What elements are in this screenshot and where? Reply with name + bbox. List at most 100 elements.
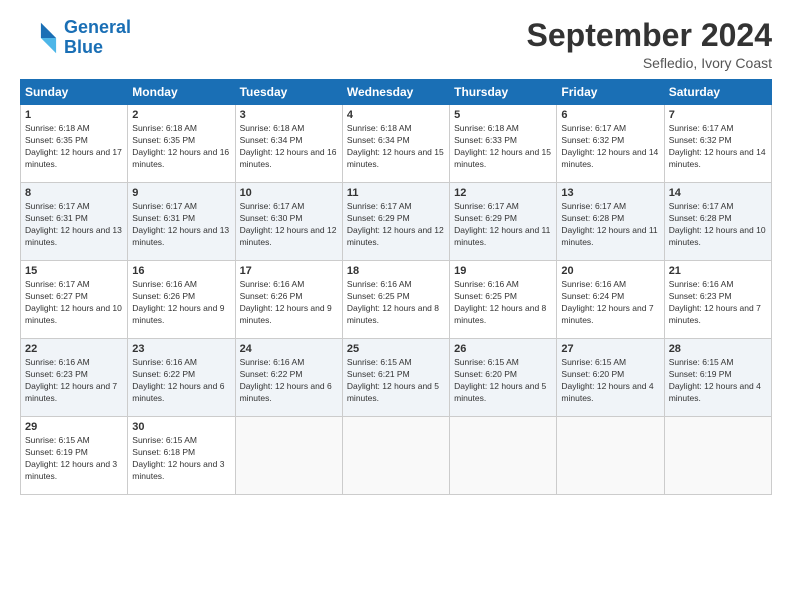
calendar-cell: 15 Sunrise: 6:17 AMSunset: 6:27 PMDayligh… [21, 261, 128, 339]
calendar-cell [557, 417, 664, 495]
day-detail: Sunrise: 6:16 AMSunset: 6:22 PMDaylight:… [132, 357, 230, 405]
page: General Blue September 2024 Sefledio, Iv… [0, 0, 792, 612]
logo-line2: Blue [64, 37, 103, 57]
day-number: 19 [454, 265, 552, 277]
day-number: 30 [132, 421, 230, 433]
col-saturday: Saturday [664, 80, 771, 105]
calendar-cell: 1Sunrise: 6:18 AMSunset: 6:35 PMDaylight… [21, 105, 128, 183]
day-number: 20 [561, 265, 659, 277]
calendar-cell: 16Sunrise: 6:16 AMSunset: 6:26 PMDayligh… [128, 261, 235, 339]
calendar-cell: 14Sunrise: 6:17 AMSunset: 6:28 PMDayligh… [664, 183, 771, 261]
calendar-cell: 28 Sunrise: 6:15 AMSunset: 6:19 PMDayligh… [664, 339, 771, 417]
day-detail: Sunrise: 6:15 AMSunset: 6:19 PMDaylight:… [669, 357, 767, 405]
day-number: 7 [669, 109, 767, 121]
day-number: 11 [347, 187, 445, 199]
day-number: 2 [132, 109, 230, 121]
calendar-cell: 6 Sunrise: 6:17 AMSunset: 6:32 PMDaylight… [557, 105, 664, 183]
day-detail: Sunrise: 6:17 AMSunset: 6:32 PMDaylight:… [669, 123, 767, 171]
calendar-cell: 17 Sunrise: 6:16 AMSunset: 6:26 PMDayligh… [235, 261, 342, 339]
col-thursday: Thursday [450, 80, 557, 105]
calendar-cell: 9Sunrise: 6:17 AMSunset: 6:31 PMDaylight… [128, 183, 235, 261]
day-number: 18 [347, 265, 445, 277]
calendar-cell: 18 Sunrise: 6:16 AMSunset: 6:25 PMDayligh… [342, 261, 449, 339]
logo: General Blue [20, 18, 131, 58]
col-monday: Monday [128, 80, 235, 105]
day-detail: Sunrise: 6:17 AMSunset: 6:29 PMDaylight:… [454, 201, 552, 249]
calendar-cell [235, 417, 342, 495]
day-number: 4 [347, 109, 445, 121]
day-number: 15 [25, 265, 123, 277]
calendar-cell: 11 Sunrise: 6:17 AMSunset: 6:29 PMDayligh… [342, 183, 449, 261]
day-number: 22 [25, 343, 123, 355]
day-number: 6 [561, 109, 659, 121]
day-number: 3 [240, 109, 338, 121]
day-number: 21 [669, 265, 767, 277]
col-friday: Friday [557, 80, 664, 105]
day-detail: Sunrise: 6:15 AMSunset: 6:21 PMDaylight:… [347, 357, 445, 405]
title-block: September 2024 Sefledio, Ivory Coast [527, 18, 772, 71]
calendar-week-3: 22 Sunrise: 6:16 AMSunset: 6:23 PMDayligh… [21, 339, 772, 417]
day-number: 24 [240, 343, 338, 355]
day-number: 17 [240, 265, 338, 277]
day-detail: Sunrise: 6:16 AMSunset: 6:26 PMDaylight:… [240, 279, 338, 327]
calendar-week-1: 8 Sunrise: 6:17 AMSunset: 6:31 PMDaylight… [21, 183, 772, 261]
day-number: 12 [454, 187, 552, 199]
day-number: 28 [669, 343, 767, 355]
calendar-cell: 30Sunrise: 6:15 AMSunset: 6:18 PMDayligh… [128, 417, 235, 495]
calendar-cell [342, 417, 449, 495]
calendar-table: Sunday Monday Tuesday Wednesday Thursday… [20, 79, 772, 495]
calendar-cell: 2 Sunrise: 6:18 AMSunset: 6:35 PMDaylight… [128, 105, 235, 183]
calendar-cell: 23 Sunrise: 6:16 AMSunset: 6:22 PMDayligh… [128, 339, 235, 417]
calendar-cell: 20 Sunrise: 6:16 AMSunset: 6:24 PMDayligh… [557, 261, 664, 339]
day-detail: Sunrise: 6:17 AMSunset: 6:28 PMDaylight:… [561, 201, 659, 249]
day-detail: Sunrise: 6:17 AMSunset: 6:30 PMDaylight:… [240, 201, 338, 249]
day-detail: Sunrise: 6:17 AMSunset: 6:27 PMDaylight:… [25, 279, 123, 327]
header-row: Sunday Monday Tuesday Wednesday Thursday… [21, 80, 772, 105]
day-number: 10 [240, 187, 338, 199]
day-detail: Sunrise: 6:17 AMSunset: 6:28 PMDaylight:… [669, 201, 767, 249]
logo-icon [20, 19, 58, 57]
day-number: 29 [25, 421, 123, 433]
day-detail: Sunrise: 6:16 AMSunset: 6:26 PMDaylight:… [132, 279, 230, 327]
day-number: 25 [347, 343, 445, 355]
header: General Blue September 2024 Sefledio, Iv… [20, 18, 772, 71]
calendar-cell: 21Sunrise: 6:16 AMSunset: 6:23 PMDayligh… [664, 261, 771, 339]
calendar-cell: 26Sunrise: 6:15 AMSunset: 6:20 PMDayligh… [450, 339, 557, 417]
calendar-cell: 27Sunrise: 6:15 AMSunset: 6:20 PMDayligh… [557, 339, 664, 417]
calendar-cell: 22 Sunrise: 6:16 AMSunset: 6:23 PMDayligh… [21, 339, 128, 417]
calendar-cell: 10 Sunrise: 6:17 AMSunset: 6:30 PMDayligh… [235, 183, 342, 261]
day-detail: Sunrise: 6:16 AMSunset: 6:23 PMDaylight:… [25, 357, 123, 405]
day-number: 27 [561, 343, 659, 355]
calendar-cell: 7 Sunrise: 6:17 AMSunset: 6:32 PMDaylight… [664, 105, 771, 183]
calendar-cell: 19Sunrise: 6:16 AMSunset: 6:25 PMDayligh… [450, 261, 557, 339]
calendar-cell: 12 Sunrise: 6:17 AMSunset: 6:29 PMDayligh… [450, 183, 557, 261]
calendar-body: 1Sunrise: 6:18 AMSunset: 6:35 PMDaylight… [21, 105, 772, 495]
day-number: 5 [454, 109, 552, 121]
calendar-cell [664, 417, 771, 495]
calendar-header: Sunday Monday Tuesday Wednesday Thursday… [21, 80, 772, 105]
calendar-week-2: 15 Sunrise: 6:17 AMSunset: 6:27 PMDayligh… [21, 261, 772, 339]
day-detail: Sunrise: 6:17 AMSunset: 6:29 PMDaylight:… [347, 201, 445, 249]
calendar-cell: 4Sunrise: 6:18 AMSunset: 6:34 PMDaylight… [342, 105, 449, 183]
calendar-week-0: 1Sunrise: 6:18 AMSunset: 6:35 PMDaylight… [21, 105, 772, 183]
day-detail: Sunrise: 6:16 AMSunset: 6:25 PMDaylight:… [347, 279, 445, 327]
calendar-cell: 24Sunrise: 6:16 AMSunset: 6:22 PMDayligh… [235, 339, 342, 417]
calendar-cell: 3Sunrise: 6:18 AMSunset: 6:34 PMDaylight… [235, 105, 342, 183]
month-title: September 2024 [527, 18, 772, 53]
location-subtitle: Sefledio, Ivory Coast [527, 55, 772, 71]
day-detail: Sunrise: 6:17 AMSunset: 6:32 PMDaylight:… [561, 123, 659, 171]
day-detail: Sunrise: 6:16 AMSunset: 6:24 PMDaylight:… [561, 279, 659, 327]
day-detail: Sunrise: 6:17 AMSunset: 6:31 PMDaylight:… [25, 201, 123, 249]
col-wednesday: Wednesday [342, 80, 449, 105]
day-detail: Sunrise: 6:18 AMSunset: 6:35 PMDaylight:… [132, 123, 230, 171]
calendar-cell: 8 Sunrise: 6:17 AMSunset: 6:31 PMDaylight… [21, 183, 128, 261]
day-number: 23 [132, 343, 230, 355]
calendar-cell: 25 Sunrise: 6:15 AMSunset: 6:21 PMDayligh… [342, 339, 449, 417]
col-tuesday: Tuesday [235, 80, 342, 105]
calendar-week-4: 29 Sunrise: 6:15 AMSunset: 6:19 PMDayligh… [21, 417, 772, 495]
day-detail: Sunrise: 6:15 AMSunset: 6:19 PMDaylight:… [25, 435, 123, 483]
day-detail: Sunrise: 6:17 AMSunset: 6:31 PMDaylight:… [132, 201, 230, 249]
calendar-cell: 29 Sunrise: 6:15 AMSunset: 6:19 PMDayligh… [21, 417, 128, 495]
day-number: 26 [454, 343, 552, 355]
day-number: 8 [25, 187, 123, 199]
